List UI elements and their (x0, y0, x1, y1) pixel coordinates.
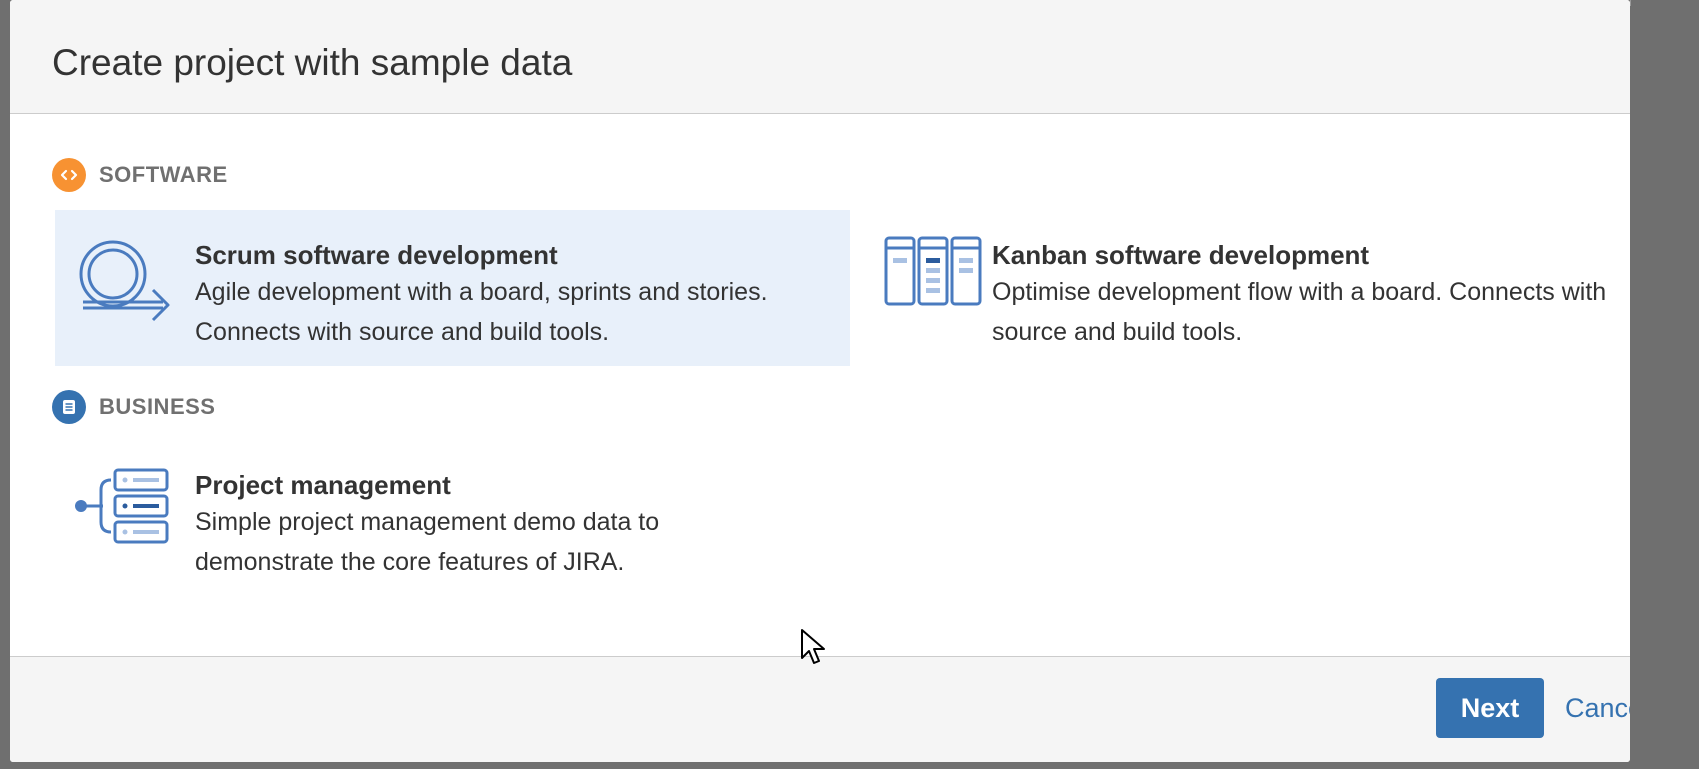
document-lines-icon (52, 390, 86, 424)
section-label-software: SOFTWARE (99, 162, 228, 187)
section-business: BUSINESS (52, 390, 215, 424)
dialog-body: SOFTWARE Scrum software development Agil… (10, 114, 1630, 656)
template-description: Simple project management demo data to d… (195, 508, 660, 576)
backdrop-divider (1630, 0, 1631, 6)
template-name: Kanban software development (992, 240, 1370, 270)
dialog-footer: Next Cancel (10, 656, 1630, 762)
dialog-header: Create project with sample data (10, 0, 1630, 114)
template-name: Project management (195, 470, 451, 500)
template-name: Scrum software development (195, 240, 558, 270)
project-tree-icon (73, 466, 173, 551)
template-description: Optimise development flow with a board. … (992, 278, 1607, 346)
dialog-title: Create project with sample data (52, 42, 573, 83)
scrum-cycle-icon (73, 236, 173, 327)
mouse-pointer-icon (800, 628, 826, 671)
template-scrum[interactable]: Scrum software development Agile develop… (55, 210, 850, 366)
template-project-management[interactable]: Project management Simple project manage… (55, 440, 850, 596)
cancel-link[interactable]: Cancel (1565, 693, 1630, 724)
template-kanban[interactable]: Kanban software development Optimise dev… (852, 210, 1630, 366)
section-software: SOFTWARE (52, 158, 228, 192)
code-brackets-icon (52, 158, 86, 192)
template-description: Agile development with a board, sprints … (195, 278, 768, 346)
section-label-business: BUSINESS (99, 394, 216, 419)
next-button[interactable]: Next (1436, 678, 1544, 738)
kanban-board-icon (884, 236, 982, 313)
